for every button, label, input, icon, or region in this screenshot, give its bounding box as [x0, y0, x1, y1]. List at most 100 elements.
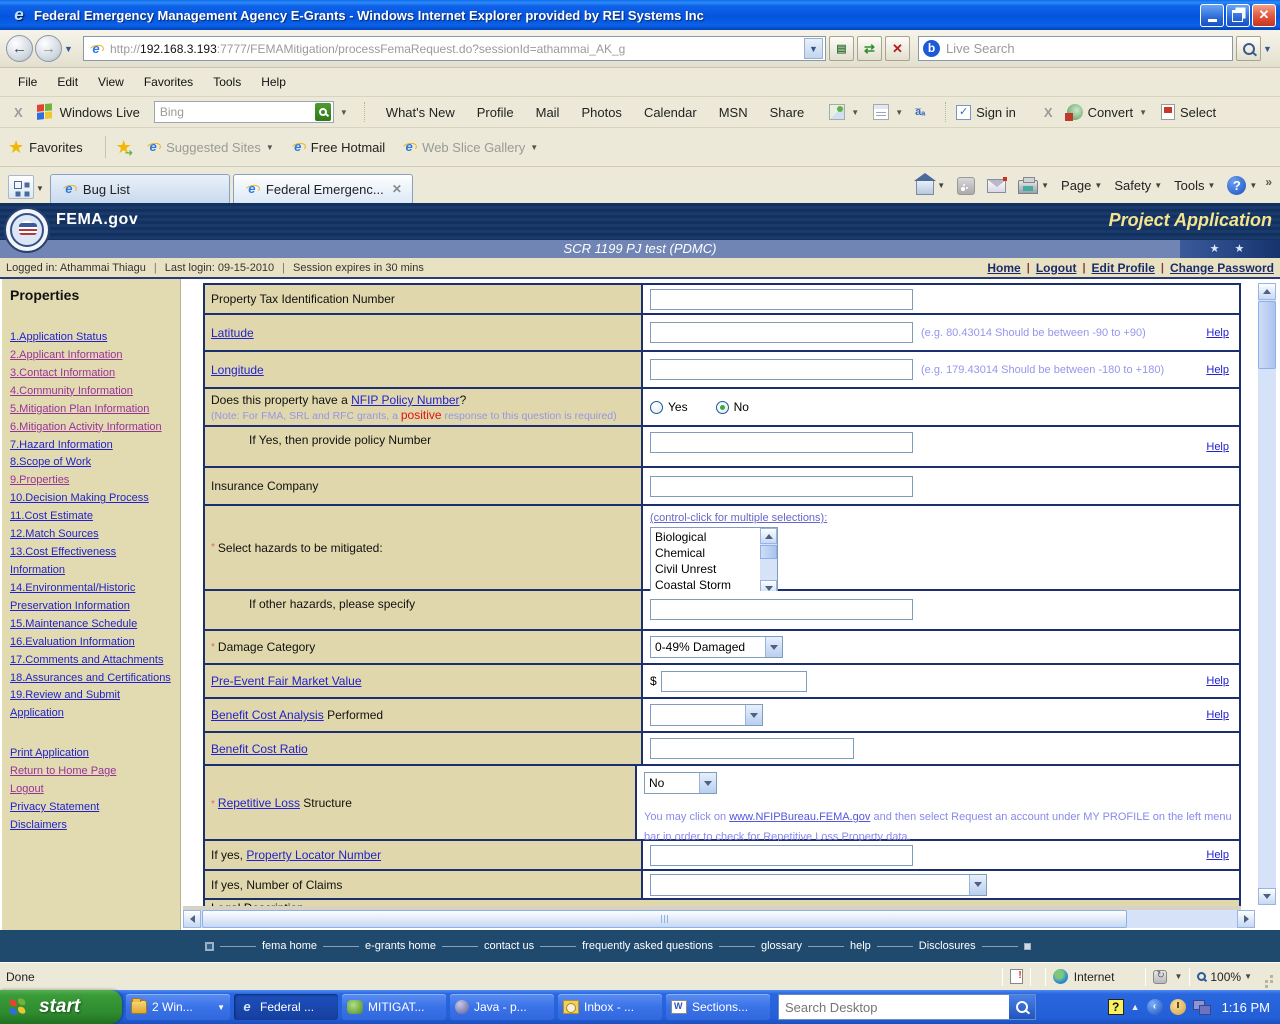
sidebar-item-cost-effectiveness-information[interactable]: 13.Cost Effectiveness Information: [10, 544, 174, 580]
sidebar-item-properties[interactable]: 9.Properties: [10, 472, 174, 490]
sidebar-item-maintenance-schedule[interactable]: 15.Maintenance Schedule: [10, 616, 174, 634]
benefit-cost-analysis-link[interactable]: Benefit Cost Analysis: [211, 708, 324, 722]
sidebar-item-mitigation-plan-information[interactable]: 5.Mitigation Plan Information: [10, 401, 174, 419]
hide-icons-button[interactable]: [1147, 999, 1163, 1015]
select-dropdown-icon[interactable]: [969, 875, 986, 895]
bing-search-button[interactable]: [315, 103, 331, 121]
menu-view[interactable]: View: [88, 71, 134, 93]
longitude-help-link[interactable]: Help: [1206, 364, 1229, 376]
sidebar-item-scope-of-work[interactable]: 8.Scope of Work: [10, 454, 174, 472]
print-button[interactable]: [1014, 175, 1053, 196]
bca-performed-select[interactable]: [650, 704, 763, 726]
zoom-level[interactable]: 100%: [1210, 970, 1241, 984]
footer-help-link[interactable]: help: [850, 940, 871, 952]
sidebar-item-evaluation-information[interactable]: 16.Evaluation Information: [10, 634, 174, 652]
select-button[interactable]: Select: [1180, 105, 1216, 120]
address-dropdown-button[interactable]: [804, 38, 823, 59]
free-hotmail-button[interactable]: e Free Hotmail: [290, 139, 385, 155]
clock-tray-icon[interactable]: [1170, 999, 1186, 1015]
add-favorite-icon[interactable]: [116, 137, 141, 158]
print-application-link[interactable]: Print Application: [10, 745, 174, 763]
select-dropdown-icon[interactable]: [745, 705, 762, 725]
search-go-button[interactable]: [1236, 36, 1261, 61]
nfip-yes-radio[interactable]: [650, 401, 663, 414]
link-calendar[interactable]: Calendar: [633, 105, 708, 120]
taskbar-java-button[interactable]: Java - p...: [450, 994, 554, 1020]
sidebar-item-review-and-submit[interactable]: 19.Review and Submit Application: [10, 687, 174, 723]
sign-in-button[interactable]: Sign in: [976, 105, 1016, 120]
latitude-input[interactable]: [650, 322, 913, 343]
scroll-right-button[interactable]: [1237, 910, 1255, 928]
policy-number-help-link[interactable]: Help: [1206, 441, 1229, 453]
pre-event-fmv-link[interactable]: Pre-Event Fair Market Value: [211, 674, 362, 688]
history-dropdown-icon[interactable]: [62, 44, 75, 54]
property-locator-link[interactable]: Property Locator Number: [246, 848, 381, 862]
taskbar-mitigation-button[interactable]: MITIGAT...: [342, 994, 446, 1020]
nfip-bureau-link[interactable]: www.NFIPBureau.FEMA.gov: [729, 811, 870, 823]
sidebar-item-mitigation-activity-information[interactable]: 6.Mitigation Activity Information: [10, 419, 174, 437]
scroll-thumb[interactable]: [1258, 301, 1276, 369]
menu-edit[interactable]: Edit: [47, 71, 88, 93]
longitude-input[interactable]: [650, 359, 913, 380]
benefit-cost-ratio-input[interactable]: [650, 738, 854, 759]
disclaimers-link[interactable]: Disclaimers: [10, 817, 174, 835]
menu-favorites[interactable]: Favorites: [134, 71, 203, 93]
tray-expand-icon[interactable]: [1131, 1002, 1140, 1012]
safety-menu-button[interactable]: Safety: [1110, 176, 1166, 195]
desktop-search-input[interactable]: [779, 1000, 1009, 1015]
sidebar-item-match-sources[interactable]: 12.Match Sources: [10, 526, 174, 544]
policy-number-input[interactable]: [650, 432, 913, 453]
read-mail-button[interactable]: [983, 177, 1010, 195]
link-whats-new[interactable]: What's New: [375, 105, 466, 120]
hazard-option-chemical[interactable]: Chemical: [651, 545, 760, 561]
layout-icon[interactable]: [873, 104, 889, 120]
footer-faq-link[interactable]: frequently asked questions: [582, 940, 713, 952]
page-menu-button[interactable]: Page: [1057, 176, 1106, 195]
link-profile[interactable]: Profile: [466, 105, 525, 120]
scroll-up-button[interactable]: [1258, 283, 1276, 300]
sidebar-item-assurances-and-certifications[interactable]: 18.Assurances and Certifications: [10, 670, 174, 688]
favorites-button[interactable]: Favorites: [29, 140, 82, 155]
start-button[interactable]: start: [0, 990, 122, 1024]
hazard-option-civil-unrest[interactable]: Civil Unrest: [651, 561, 760, 577]
number-of-claims-select[interactable]: [650, 874, 987, 896]
tab-close-icon[interactable]: [392, 182, 402, 196]
sidebar-item-contact-information[interactable]: 3.Contact Information: [10, 365, 174, 383]
feeds-button[interactable]: [953, 175, 979, 197]
tab-bug-list[interactable]: e Bug List: [50, 174, 230, 203]
back-button[interactable]: ←: [6, 35, 33, 62]
link-msn[interactable]: MSN: [708, 105, 759, 120]
horizontal-scrollbar[interactable]: [183, 910, 1255, 928]
fmv-help-link[interactable]: Help: [1206, 675, 1229, 687]
latitude-help-link[interactable]: Help: [1206, 327, 1229, 339]
sidebar-item-applicant-information[interactable]: 2.Applicant Information: [10, 347, 174, 365]
taskbar-window-group-button[interactable]: 2 Win...: [126, 994, 230, 1020]
logout-link[interactable]: Logout: [10, 781, 174, 799]
footer-disclosures-link[interactable]: Disclosures: [919, 940, 976, 952]
minimize-button[interactable]: [1200, 4, 1224, 27]
nfip-no-radio[interactable]: [716, 401, 729, 414]
sidebar-item-application-status[interactable]: 1.Application Status: [10, 329, 174, 347]
toolbar-close-button[interactable]: X: [0, 105, 37, 120]
address-input[interactable]: e http://192.168.3.193:7777/FEMAMitigati…: [83, 36, 826, 61]
nfip-policy-number-link[interactable]: NFIP Policy Number: [351, 393, 459, 407]
menu-help[interactable]: Help: [251, 71, 296, 93]
scroll-thumb[interactable]: [760, 545, 777, 559]
tab-federal-emergency[interactable]: e Federal Emergenc...: [233, 174, 413, 203]
latitude-link[interactable]: Latitude: [211, 326, 254, 340]
hazards-listbox[interactable]: Biological Chemical Civil Unrest Coastal…: [650, 527, 778, 597]
damage-category-select[interactable]: 0-49% Damaged: [650, 636, 783, 658]
java-tray-icon[interactable]: [1108, 999, 1124, 1015]
toolbar-overflow-icon[interactable]: [1265, 175, 1272, 189]
longitude-link[interactable]: Longitude: [211, 363, 264, 377]
tools-menu-button[interactable]: Tools: [1170, 176, 1219, 195]
select-dropdown-icon[interactable]: [765, 637, 782, 657]
convert-close-button[interactable]: X: [1030, 105, 1067, 120]
footer-contact-us-link[interactable]: contact us: [484, 940, 534, 952]
taskbar-inbox-button[interactable]: Inbox - ...: [558, 994, 662, 1020]
bing-dropdown-icon[interactable]: [334, 108, 354, 117]
bing-search-box[interactable]: [154, 101, 334, 123]
desktop-search-box[interactable]: [778, 994, 1036, 1020]
insurance-company-input[interactable]: [650, 476, 913, 497]
sidebar-item-community-information[interactable]: 4.Community Information: [10, 383, 174, 401]
